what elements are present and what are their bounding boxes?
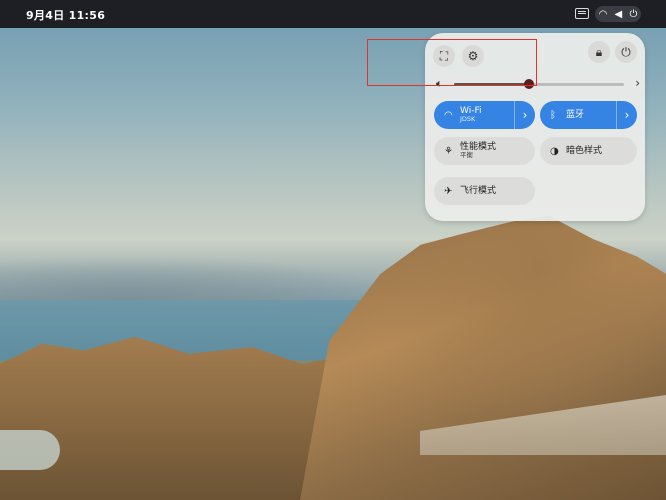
wallpaper-mountain-right bbox=[300, 215, 666, 500]
bluetooth-icon: ᛒ bbox=[550, 109, 556, 121]
clock[interactable]: 9月4日 11:56 bbox=[26, 7, 105, 23]
wifi-toggle[interactable]: ◠ Wi-Fi JDSK › bbox=[434, 101, 535, 129]
power-mode-value: 平衡 bbox=[460, 151, 473, 160]
wifi-icon: ◠ bbox=[444, 109, 453, 121]
airplane-mode-toggle[interactable]: ✈ 飞行模式 bbox=[434, 177, 535, 205]
dark-style-icon: ◑ bbox=[550, 145, 559, 157]
bluetooth-toggle[interactable]: ᛒ 蓝牙 › bbox=[540, 101, 637, 129]
volume-icon: ◀ bbox=[614, 8, 623, 20]
chevron-right-icon[interactable]: › bbox=[514, 101, 535, 129]
chevron-right-icon[interactable]: › bbox=[616, 101, 637, 129]
power-mode-toggle[interactable]: ⚘ 性能模式 平衡 bbox=[434, 137, 535, 165]
lock-icon: 🔒︎ bbox=[595, 44, 603, 59]
wifi-icon: ◠ bbox=[598, 8, 608, 20]
power-off-icon: ⏻ bbox=[621, 44, 631, 59]
wifi-network-name: JDSK bbox=[460, 115, 476, 124]
dark-style-label: 暗色样式 bbox=[566, 145, 603, 156]
airplane-icon: ✈ bbox=[444, 185, 453, 197]
airplane-mode-label: 飞行模式 bbox=[460, 185, 497, 196]
dark-style-toggle[interactable]: ◑ 暗色样式 bbox=[540, 137, 637, 165]
system-status-menu[interactable]: ◠ ◀ ⏻ bbox=[595, 6, 641, 22]
chevron-right-icon[interactable]: › bbox=[635, 76, 640, 90]
keyboard-icon[interactable] bbox=[575, 8, 589, 19]
power-button[interactable]: ⏻ bbox=[615, 41, 637, 63]
power-icon: ⏻ bbox=[629, 8, 638, 20]
top-bar: 9月4日 11:56 ◠ ◀ ⏻ bbox=[0, 0, 666, 28]
lock-button[interactable]: 🔒︎ bbox=[588, 41, 610, 63]
power-mode-icon: ⚘ bbox=[444, 145, 453, 157]
annotation-highlight-box bbox=[367, 39, 537, 86]
bluetooth-label: 蓝牙 bbox=[566, 109, 585, 120]
wallpaper-beach bbox=[0, 430, 60, 470]
